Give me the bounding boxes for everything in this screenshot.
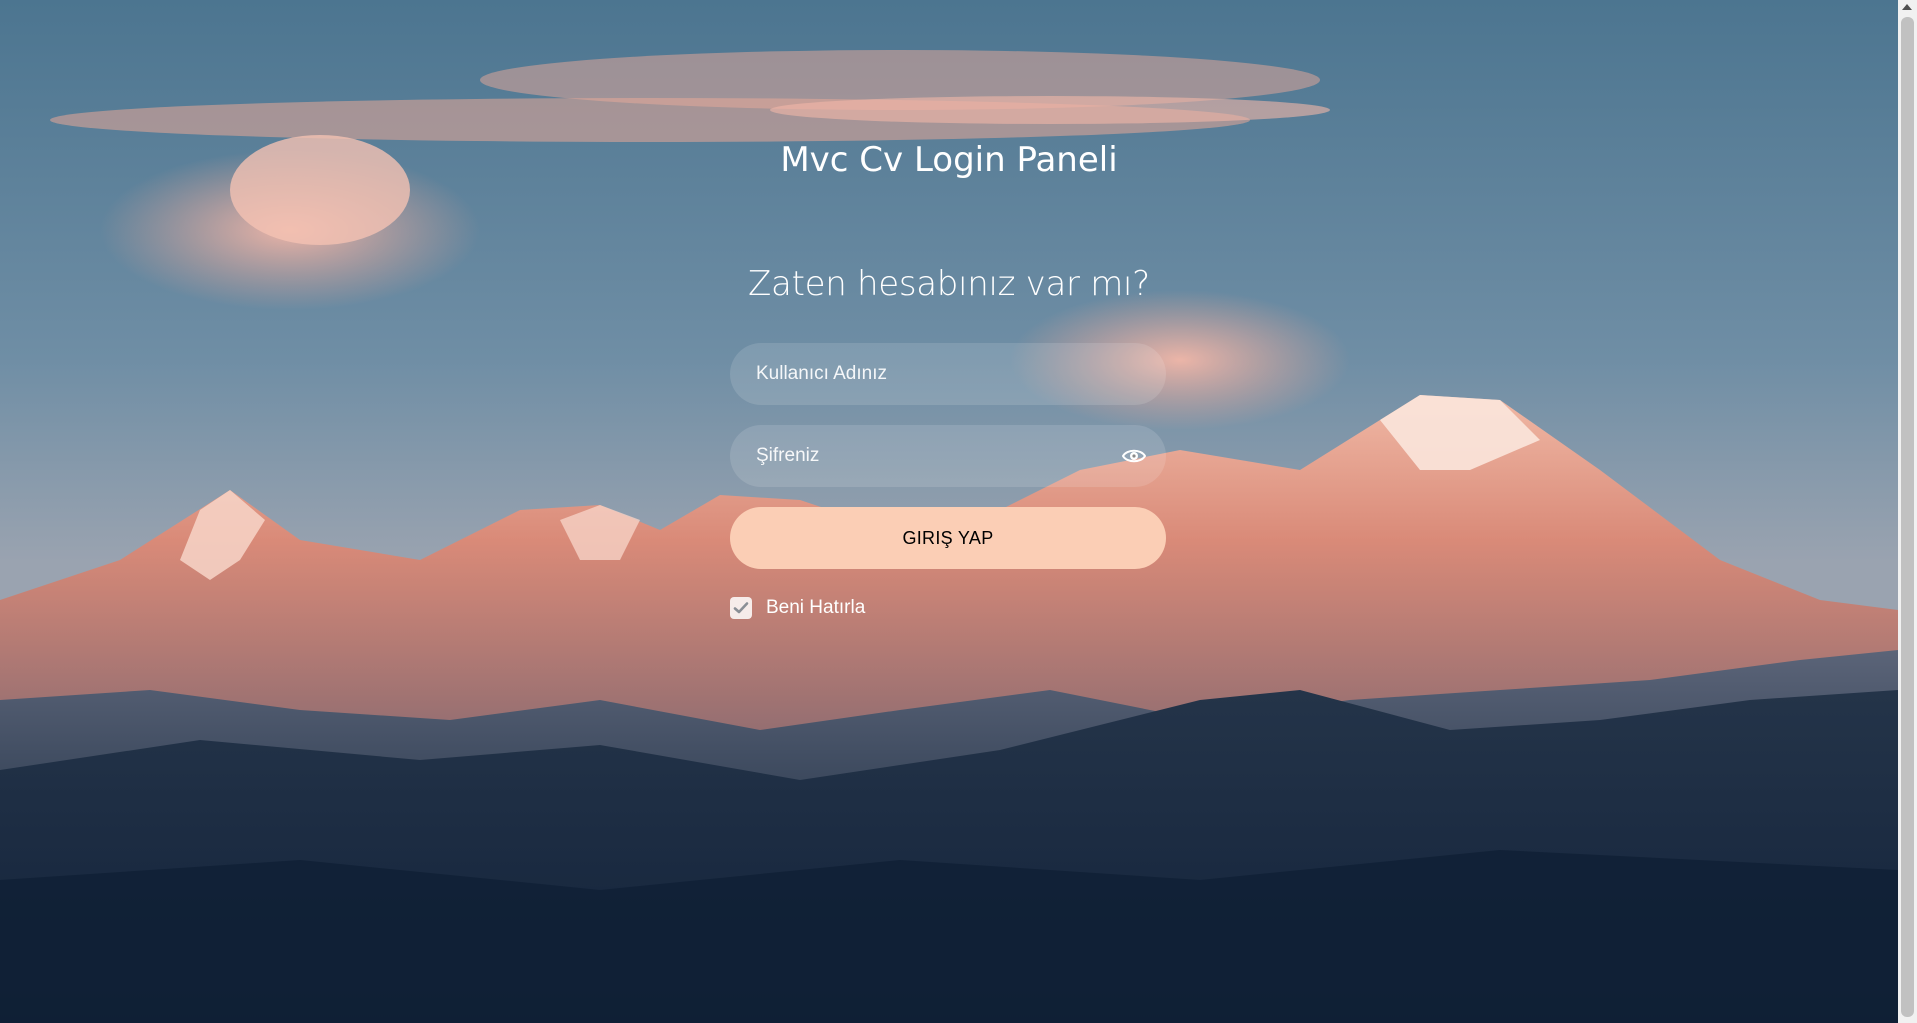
login-panel: Mvc Cv Login Paneli Zaten hesabınız var … bbox=[0, 0, 1898, 1023]
login-heading: Zaten hesabınız var mı? bbox=[748, 264, 1150, 304]
username-field bbox=[730, 343, 1166, 405]
remember-me-checkbox[interactable] bbox=[730, 597, 752, 619]
username-input[interactable] bbox=[730, 343, 1166, 405]
vertical-scrollbar[interactable] bbox=[1898, 0, 1917, 1023]
checkmark-icon bbox=[733, 602, 749, 614]
remember-me-label[interactable]: Beni Hatırla bbox=[766, 597, 865, 619]
scrollbar-thumb[interactable] bbox=[1901, 17, 1914, 1017]
scroll-up-arrow-icon[interactable] bbox=[1902, 4, 1912, 10]
page-viewport: Mvc Cv Login Paneli Zaten hesabınız var … bbox=[0, 0, 1898, 1023]
brand-title: Mvc Cv Login Paneli bbox=[780, 140, 1118, 180]
login-submit-button[interactable]: GIRIŞ YAP bbox=[730, 507, 1166, 569]
remember-me: Beni Hatırla bbox=[730, 596, 865, 620]
eye-icon[interactable] bbox=[1121, 445, 1147, 467]
password-field bbox=[730, 425, 1166, 487]
password-input[interactable] bbox=[730, 425, 1166, 487]
